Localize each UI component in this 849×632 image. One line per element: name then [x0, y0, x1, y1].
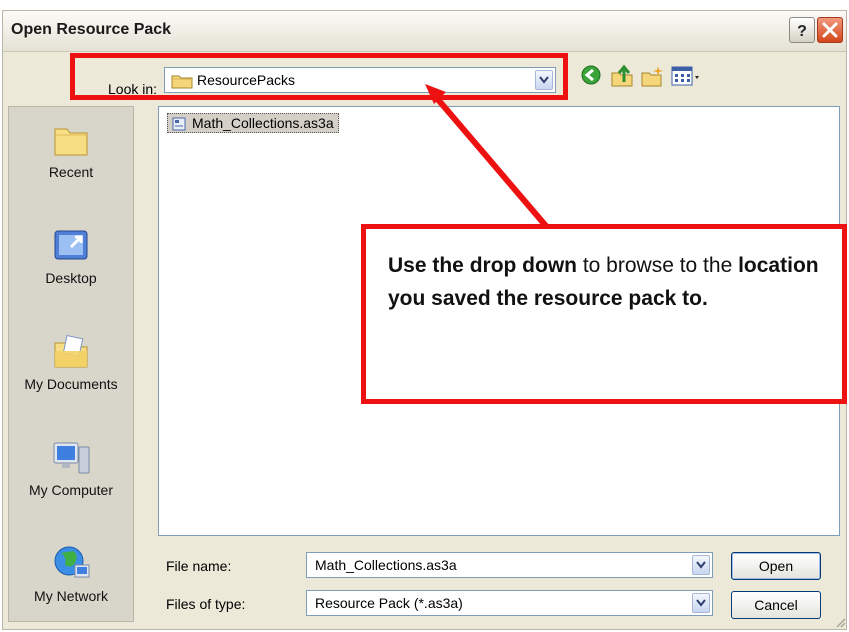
file-name-value: Math_Collections.as3a — [315, 557, 457, 573]
place-desktop[interactable]: Desktop — [9, 213, 133, 313]
file-icon — [172, 117, 186, 131]
files-of-type-dropdown-button[interactable] — [692, 593, 710, 613]
instruction-callout: Use the drop down to browse to the locat… — [361, 224, 847, 404]
open-button[interactable]: Open — [731, 552, 821, 580]
title-bar: Open Resource Pack ? — [3, 11, 846, 52]
callout-text: to browse to the — [577, 254, 739, 277]
cropped-heading-fragment — [0, 0, 849, 10]
my-documents-icon — [54, 334, 88, 368]
files-of-type-label: Files of type: — [166, 596, 246, 612]
my-network-icon — [54, 546, 90, 578]
close-button[interactable] — [817, 17, 843, 43]
dialog-title: Open Resource Pack — [11, 21, 172, 38]
svg-text:?: ? — [797, 23, 807, 40]
place-my-network[interactable]: My Network — [9, 531, 133, 631]
file-name: Math_Collections.as3a — [192, 115, 334, 131]
views-menu-icon[interactable] — [670, 64, 704, 88]
place-recent[interactable]: Recent — [9, 107, 133, 207]
callout-bold-1: Use the drop down — [388, 254, 577, 277]
desktop-icon — [54, 230, 88, 260]
place-label: Recent — [48, 164, 94, 180]
place-my-computer[interactable]: My Computer — [9, 425, 133, 525]
close-icon — [822, 22, 838, 38]
place-label: My Documents — [24, 376, 118, 392]
recent-folder-icon — [54, 128, 88, 156]
files-of-type-value: Resource Pack (*.as3a) — [315, 595, 463, 611]
help-icon: ? — [797, 23, 807, 40]
places-bar: Recent Desktop My Documents My Computer — [8, 106, 134, 622]
place-label: My Network — [34, 588, 108, 604]
resize-grip-icon[interactable] — [834, 616, 846, 628]
file-name-label: File name: — [166, 558, 232, 574]
files-of-type-combo[interactable]: Resource Pack (*.as3a) — [306, 590, 713, 616]
chevron-down-icon — [696, 599, 706, 607]
file-name-combo[interactable]: Math_Collections.as3a — [306, 552, 713, 578]
chevron-down-icon — [696, 561, 706, 569]
new-folder-icon[interactable] — [640, 64, 664, 88]
back-icon[interactable] — [580, 64, 602, 86]
my-computer-icon — [53, 442, 90, 474]
file-item-math-collections[interactable]: Math_Collections.as3a — [167, 113, 339, 133]
cancel-button[interactable]: Cancel — [731, 591, 821, 619]
up-folder-icon[interactable] — [610, 64, 634, 88]
help-button[interactable]: ? — [789, 17, 815, 43]
file-name-dropdown-button[interactable] — [692, 555, 710, 575]
place-label: Desktop — [45, 270, 97, 286]
place-label: My Computer — [28, 482, 114, 498]
annotation-highlight-box — [70, 53, 568, 100]
place-my-documents[interactable]: My Documents — [9, 319, 133, 419]
